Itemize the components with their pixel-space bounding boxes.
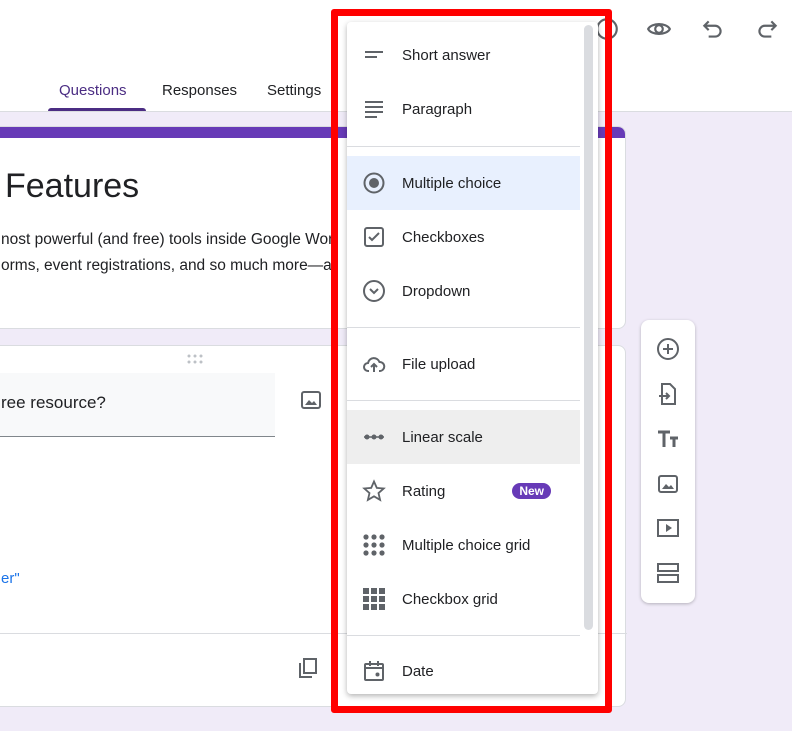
import-questions-icon[interactable] <box>656 382 680 406</box>
linear-scale-icon <box>362 425 386 449</box>
add-section-icon[interactable] <box>656 561 680 585</box>
menu-divider <box>347 146 580 147</box>
square-grid-icon <box>362 587 386 611</box>
menu-divider <box>347 635 580 636</box>
add-title-icon[interactable] <box>656 427 680 451</box>
question-title-input[interactable]: ree resource? <box>0 373 275 437</box>
paragraph-icon <box>362 97 386 121</box>
tab-settings[interactable]: Settings <box>267 82 321 99</box>
add-video-icon[interactable] <box>656 516 680 540</box>
question-title: ree resource? <box>1 393 106 412</box>
add-image-icon[interactable] <box>656 472 680 496</box>
menu-item-multiple-choice[interactable]: Multiple choice <box>347 156 580 210</box>
drag-handle-icon[interactable] <box>186 354 204 364</box>
menu-item-rating[interactable]: Rating New <box>347 464 580 518</box>
redo-icon[interactable] <box>754 16 780 42</box>
menu-item-linear-scale[interactable]: Linear scale <box>347 410 580 464</box>
menu-item-checkboxes[interactable]: Checkboxes <box>347 210 580 264</box>
tab-responses[interactable]: Responses <box>162 82 237 99</box>
menu-item-dropdown[interactable]: Dropdown <box>347 264 580 318</box>
duplicate-icon[interactable] <box>296 656 320 680</box>
menu-scrollbar[interactable] <box>584 25 593 630</box>
menu-item-file-upload[interactable]: File upload <box>347 337 580 391</box>
form-description-2[interactable]: orms, event registrations, and so much m… <box>1 257 339 275</box>
add-image-icon[interactable] <box>299 388 323 412</box>
form-title[interactable]: Features <box>5 167 139 206</box>
checkbox-icon <box>362 225 386 249</box>
question-type-menu: Short answer Paragraph Multiple choice C… <box>347 22 598 694</box>
new-badge: New <box>512 483 551 499</box>
menu-item-short-answer[interactable]: Short answer <box>347 28 580 82</box>
calendar-icon <box>362 659 386 683</box>
dot-grid-icon <box>362 533 386 557</box>
menu-item-date[interactable]: Date <box>347 644 580 698</box>
short-text-icon <box>362 43 386 67</box>
form-description[interactable]: nost powerful (and free) tools inside Go… <box>1 231 333 249</box>
add-question-icon[interactable] <box>656 337 680 361</box>
dropdown-icon <box>362 279 386 303</box>
menu-item-multiple-choice-grid[interactable]: Multiple choice grid <box>347 518 580 572</box>
menu-item-paragraph[interactable]: Paragraph <box>347 82 580 136</box>
menu-divider <box>347 400 580 401</box>
active-tab-indicator <box>48 108 146 111</box>
star-icon <box>362 479 386 503</box>
menu-divider <box>347 327 580 328</box>
preview-eye-icon[interactable] <box>646 16 672 42</box>
undo-icon[interactable] <box>700 16 726 42</box>
radio-button-icon <box>362 171 386 195</box>
floating-toolbar <box>641 320 695 603</box>
cloud-upload-icon <box>362 352 386 376</box>
option-link-text[interactable]: er" <box>1 570 20 587</box>
tab-questions[interactable]: Questions <box>59 82 127 99</box>
menu-item-checkbox-grid[interactable]: Checkbox grid <box>347 572 580 626</box>
